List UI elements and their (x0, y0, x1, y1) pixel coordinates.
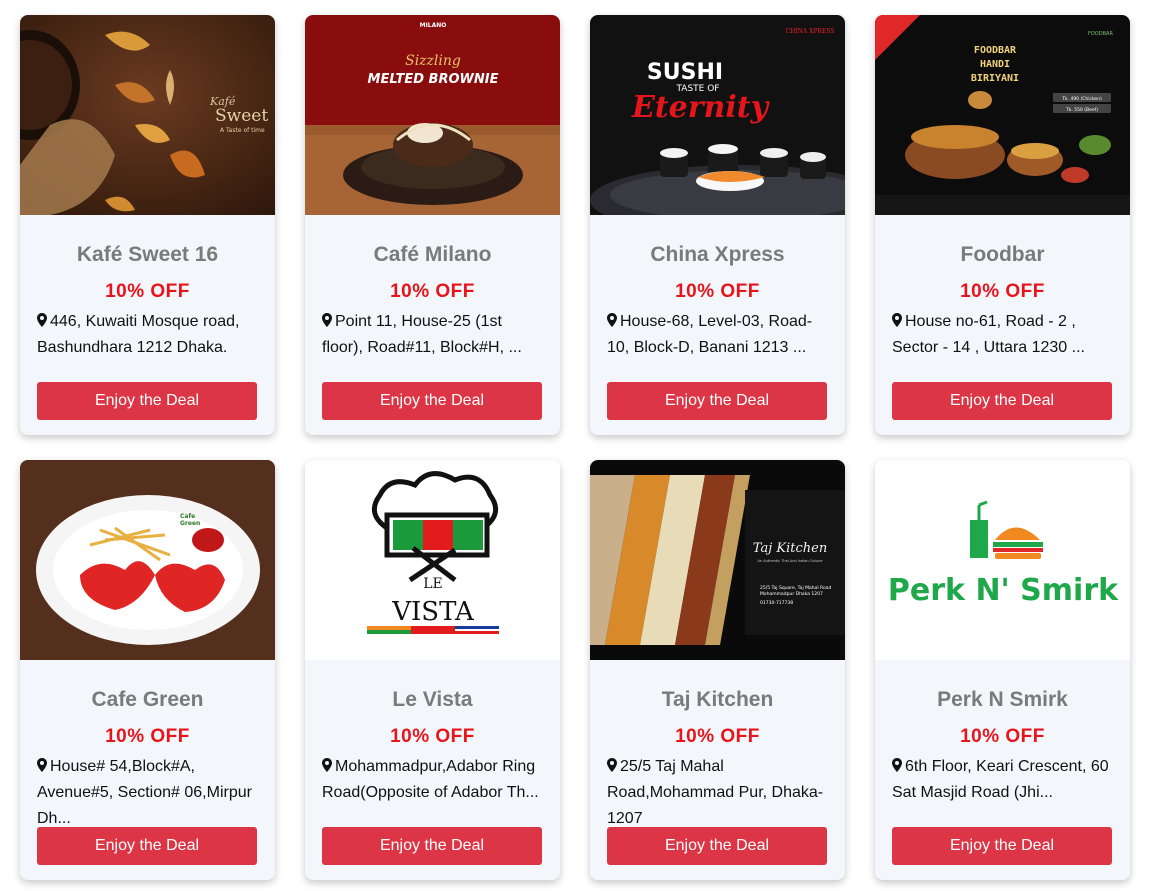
logo-text: Perk N' Smirk (888, 573, 1119, 608)
restaurant-address: House-68, Level-03, Road-10, Block-D, Ba… (607, 309, 829, 381)
banner-line-1: SUSHI (647, 60, 723, 85)
address-text: House-68, Level-03, Road-10, Block-D, Ba… (607, 313, 813, 356)
banner-line-2: HANDI (980, 59, 1010, 70)
address-text: Mohammadpur,Adabor Ring Road(Opposite of… (322, 758, 539, 801)
restaurant-name: Kafé Sweet 16 (76, 243, 219, 266)
banner-line-1: Sizzling (405, 53, 461, 69)
banner-brand: FOODBAR (1088, 31, 1113, 37)
restaurant-address: House# 54,Block#A, Avenue#5, Section# 06… (37, 754, 259, 826)
price-chicken: Tk. 490 (Chicken) (1061, 96, 1102, 102)
discount-label: 10% OFF (390, 726, 475, 747)
enjoy-deal-button[interactable]: Enjoy the Deal (37, 827, 257, 865)
map-marker-icon (607, 313, 617, 327)
address-text: 25/5 Taj Mahal Road,Mohammad Pur, Dhaka-… (607, 758, 824, 826)
discount-label: 10% OFF (105, 281, 190, 302)
restaurant-name: Café Milano (373, 243, 492, 266)
deal-card[interactable]: Perk N' Smirk Perk N Smirk 10% OFF 6th F… (875, 460, 1130, 880)
deal-card[interactable]: CHINA XPRESS SUSHI TASTE OF Eternity Chi… (590, 15, 845, 435)
banner-brand: MILANO (420, 22, 447, 29)
enjoy-deal-button[interactable]: Enjoy the Deal (892, 382, 1112, 420)
banner-line-3: Eternity (631, 90, 771, 125)
le-vista-logo: LE VISTA (305, 460, 560, 660)
restaurant-image[interactable]: FOODBAR HANDI BIRIYANI FOODBAR Tk. 490 (… (875, 15, 1130, 215)
banner-address-2: Mohammadpur Dhaka 1207 (760, 591, 823, 597)
discount-label: 10% OFF (675, 726, 760, 747)
restaurant-address: 446, Kuwaiti Mosque road, Bashundhara 12… (37, 309, 259, 381)
map-marker-icon (322, 758, 332, 772)
plate-text-2: Green (180, 520, 200, 527)
address-text: Point 11, House-25 (1st floor), Road#11,… (322, 313, 522, 356)
enjoy-deal-button[interactable]: Enjoy the Deal (607, 382, 827, 420)
address-text: 446, Kuwaiti Mosque road, Bashundhara 12… (37, 313, 240, 356)
enjoy-deal-button[interactable]: Enjoy the Deal (322, 827, 542, 865)
discount-label: 10% OFF (105, 726, 190, 747)
restaurant-deals-grid: Kafé Sweet 16 A Taste of time Kafé Sweet… (0, 0, 1154, 891)
restaurant-image[interactable]: MILANO Sizzling MELTED BROWNIE (305, 15, 560, 215)
deal-card[interactable]: Cafe Green Cafe Green 10% OFF House# 54,… (20, 460, 275, 880)
address-text: 6th Floor, Keari Crescent, 60 Sat Masjid… (892, 758, 1109, 801)
address-text: House no-61, Road - 2 , Sector - 14 , Ut… (892, 313, 1085, 356)
restaurant-name: China Xpress (650, 243, 785, 266)
china-xpress-banner: CHINA XPRESS SUSHI TASTE OF Eternity (590, 15, 845, 215)
deal-card[interactable]: LE VISTA Le Vista 10% OFF Mohammadpur,Ad… (305, 460, 560, 880)
restaurant-name: Cafe Green (91, 688, 204, 711)
restaurant-address: 6th Floor, Keari Crescent, 60 Sat Masjid… (892, 754, 1114, 826)
foodbar-banner: FOODBAR HANDI BIRIYANI FOODBAR Tk. 490 (… (875, 15, 1130, 215)
discount-label: 10% OFF (390, 281, 475, 302)
price-beef: Tk. 550 (Beef) (1065, 107, 1098, 113)
plate-text-1: Cafe (180, 513, 195, 520)
map-marker-icon (322, 313, 332, 327)
restaurant-image[interactable]: Cafe Green (20, 460, 275, 660)
restaurant-image[interactable]: LE VISTA (305, 460, 560, 660)
cafe-green-banner: Cafe Green (20, 460, 275, 660)
address-text: House# 54,Block#A, Avenue#5, Section# 06… (37, 758, 252, 826)
enjoy-deal-button[interactable]: Enjoy the Deal (607, 827, 827, 865)
restaurant-name: Le Vista (392, 688, 473, 711)
enjoy-deal-button[interactable]: Enjoy the Deal (322, 382, 542, 420)
discount-label: 10% OFF (960, 726, 1045, 747)
discount-label: 10% OFF (960, 281, 1045, 302)
logo-text: Sweet 16 (215, 106, 275, 126)
perk-n-smirk-logo: Perk N' Smirk (875, 460, 1130, 660)
map-marker-icon (37, 758, 47, 772)
restaurant-address: 25/5 Taj Mahal Road,Mohammad Pur, Dhaka-… (607, 754, 829, 826)
banner-line-2: MELTED BROWNIE (368, 72, 499, 87)
map-marker-icon (892, 758, 902, 772)
deal-card[interactable]: MILANO Sizzling MELTED BROWNIE Café Mila… (305, 15, 560, 435)
logo-subtitle: A Taste of time (220, 127, 265, 134)
banner-phone: 01730-717738 (760, 600, 793, 606)
restaurant-image[interactable]: Kafé Sweet 16 A Taste of time (20, 15, 275, 215)
discount-label: 10% OFF (675, 281, 760, 302)
restaurant-name: Foodbar (960, 243, 1045, 266)
restaurant-address: Mohammadpur,Adabor Ring Road(Opposite of… (322, 754, 544, 826)
restaurant-image[interactable]: Perk N' Smirk (875, 460, 1130, 660)
cafe-milano-banner: MILANO Sizzling MELTED BROWNIE (305, 15, 560, 215)
banner-address-1: 25/5 Taj Square, Taj Mahal Road (760, 585, 831, 591)
logo-line-1: LE (423, 576, 443, 592)
enjoy-deal-button[interactable]: Enjoy the Deal (892, 827, 1112, 865)
restaurant-address: Point 11, House-25 (1st floor), Road#11,… (322, 309, 544, 381)
deal-card[interactable]: FOODBAR HANDI BIRIYANI FOODBAR Tk. 490 (… (875, 15, 1130, 435)
logo-line-2: VISTA (391, 597, 475, 627)
logo-subtitle: An Authentic Thai And Indian Cuisine (758, 559, 823, 563)
banner-line-1: FOODBAR (974, 45, 1017, 56)
restaurant-name: Perk N Smirk (937, 688, 1068, 711)
restaurant-image[interactable]: CHINA XPRESS SUSHI TASTE OF Eternity (590, 15, 845, 215)
banner-brand: CHINA XPRESS (785, 28, 834, 35)
map-marker-icon (37, 313, 47, 327)
enjoy-deal-button[interactable]: Enjoy the Deal (37, 382, 257, 420)
restaurant-address: House no-61, Road - 2 , Sector - 14 , Ut… (892, 309, 1114, 381)
restaurant-image[interactable]: Taj Kitchen An Authentic Thai And Indian… (590, 460, 845, 660)
deal-card[interactable]: Taj Kitchen An Authentic Thai And Indian… (590, 460, 845, 880)
deal-card[interactable]: Kafé Sweet 16 A Taste of time Kafé Sweet… (20, 15, 275, 435)
logo-text: Taj Kitchen (753, 541, 827, 556)
banner-line-3: BIRIYANI (971, 73, 1019, 84)
taj-kitchen-banner: Taj Kitchen An Authentic Thai And Indian… (590, 460, 845, 660)
restaurant-name: Taj Kitchen (661, 688, 774, 711)
kafe-sweet-16-banner: Kafé Sweet 16 A Taste of time (20, 15, 275, 215)
map-marker-icon (892, 313, 902, 327)
map-marker-icon (607, 758, 617, 772)
